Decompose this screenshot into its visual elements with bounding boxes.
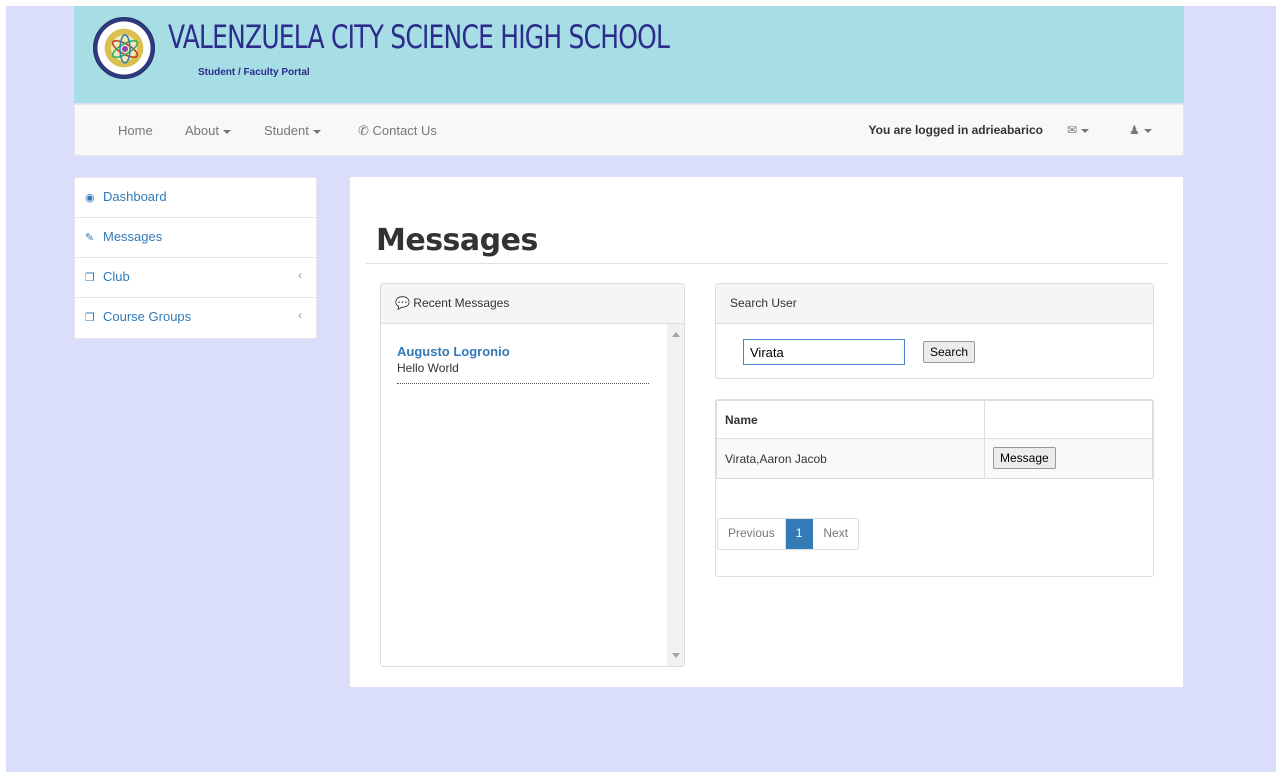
phone-icon: ✆: [358, 123, 369, 138]
copy-icon: ❐: [85, 272, 95, 284]
nav-contact-us[interactable]: ✆ Contact Us: [358, 123, 437, 139]
page-title: Messages: [376, 223, 538, 258]
sidebar-item-dashboard[interactable]: ◉ Dashboard: [75, 178, 316, 218]
table-row: Virata,Aaron Jacob Message: [716, 438, 1153, 479]
school-logo: [93, 17, 155, 79]
table-header-row: Name: [716, 400, 1153, 439]
search-results-panel: Name Virata,Aaron Jacob Message Previous…: [715, 399, 1154, 577]
message-button[interactable]: Message: [993, 447, 1056, 469]
caret-down-icon: [1143, 128, 1152, 133]
atom-icon: [111, 34, 139, 64]
search-user-panel: Search User Search: [715, 283, 1154, 379]
main-content: Messages 💬 Recent Messages Augusto Logro…: [350, 177, 1183, 687]
caret-down-icon: [1081, 128, 1090, 133]
pagination-previous[interactable]: Previous: [718, 519, 786, 549]
nav-student[interactable]: Student: [264, 123, 321, 138]
chevron-left-icon: ‹: [298, 308, 302, 322]
result-action-cell: Message: [984, 438, 1153, 479]
school-name: VALENZUELA CITY SCIENCE HIGH SCHOOL: [168, 18, 670, 56]
scroll-down-icon[interactable]: [672, 653, 680, 658]
list-item[interactable]: Augusto Logronio Hello World: [397, 344, 649, 384]
column-header-name: Name: [716, 400, 985, 439]
recent-messages-heading: 💬 Recent Messages: [381, 284, 684, 324]
scroll-up-icon[interactable]: [672, 332, 680, 337]
result-name: Virata,Aaron Jacob: [716, 438, 985, 479]
pagination-next[interactable]: Next: [813, 519, 858, 549]
nav-home[interactable]: Home: [118, 123, 153, 138]
copy-icon: ❐: [85, 312, 95, 324]
user-dropdown[interactable]: ♟: [1129, 123, 1152, 137]
messages-dropdown[interactable]: ✉: [1067, 123, 1090, 137]
logged-in-status: You are logged in adrieabarico: [868, 123, 1044, 137]
chevron-left-icon: ‹: [298, 268, 302, 282]
search-button[interactable]: Search: [923, 341, 976, 363]
title-divider: [366, 263, 1168, 264]
sidebar-item-course-groups[interactable]: ❐ Course Groups ‹: [75, 298, 316, 338]
results-table: Name Virata,Aaron Jacob Message: [716, 400, 1153, 479]
caret-down-icon: [222, 129, 231, 134]
sidebar: ◉ Dashboard ✎ Messages ❐ Club ‹ ❐ Course Gro…: [74, 177, 317, 339]
message-preview: Hello World: [397, 361, 459, 375]
recent-messages-list[interactable]: Augusto Logronio Hello World: [381, 324, 684, 666]
comments-icon: 💬: [395, 296, 410, 310]
user-icon: ♟: [1129, 123, 1140, 137]
edit-icon: ✎: [85, 232, 95, 244]
message-sender[interactable]: Augusto Logronio: [397, 344, 649, 359]
recent-messages-panel: 💬 Recent Messages Augusto Logronio Hello…: [380, 283, 685, 667]
top-navbar: Home About Student ✆ Contact Us You are …: [74, 104, 1184, 156]
scrollbar[interactable]: [667, 324, 684, 666]
sidebar-item-messages[interactable]: ✎ Messages: [75, 218, 316, 258]
envelope-icon: ✉: [1067, 123, 1078, 137]
pagination-page-current[interactable]: 1: [785, 519, 814, 549]
sidebar-item-club[interactable]: ❐ Club ‹: [75, 258, 316, 298]
search-input[interactable]: [743, 339, 905, 365]
pagination: Previous 1 Next: [717, 518, 860, 550]
portal-label: Student / Faculty Portal: [198, 67, 310, 78]
dashboard-icon: ◉: [85, 192, 95, 204]
search-user-heading: Search User: [716, 284, 1153, 324]
column-header-action: [984, 400, 1153, 439]
caret-down-icon: [312, 129, 321, 134]
nav-about[interactable]: About: [185, 123, 231, 138]
